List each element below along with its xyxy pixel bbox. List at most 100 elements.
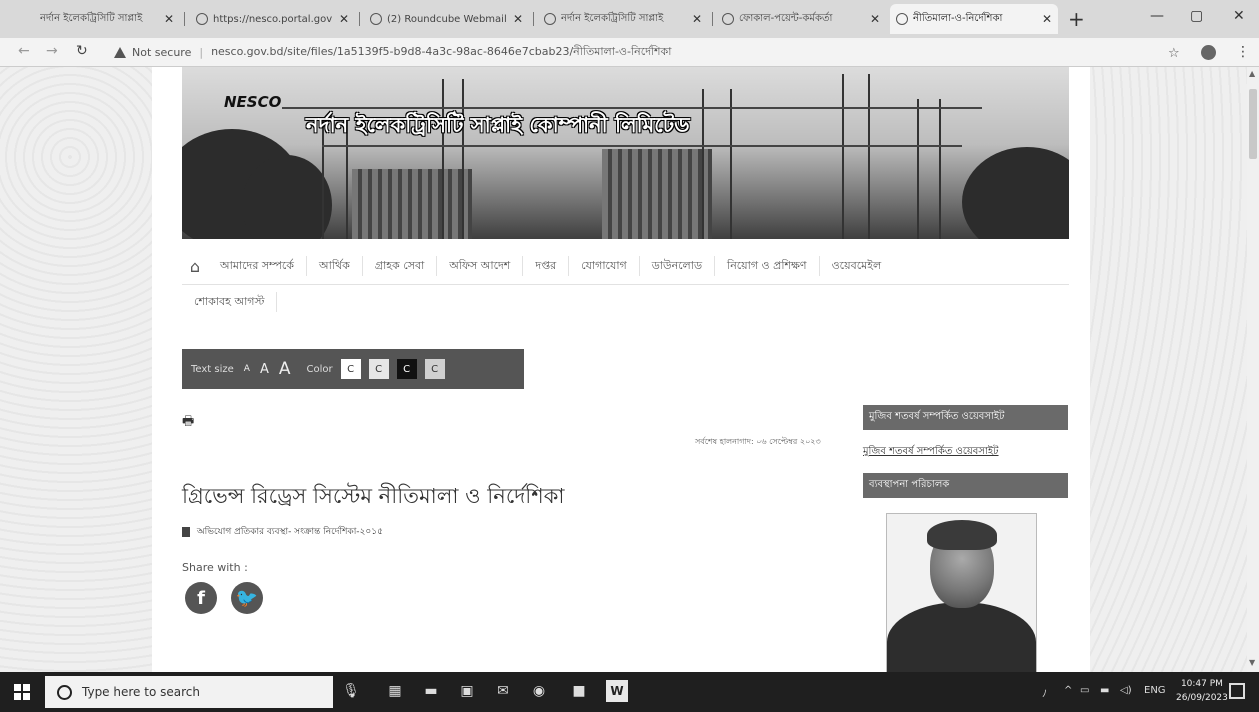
- network-icon[interactable]: ▭: [1080, 685, 1089, 696]
- maximize-icon[interactable]: ▢: [1190, 8, 1203, 24]
- browser-tab[interactable]: https://nesco.portal.gov ✕: [190, 4, 355, 34]
- globe-icon: [544, 13, 556, 25]
- text-size-label: Text size: [191, 363, 234, 375]
- search-icon: [57, 684, 72, 700]
- tab-label: নীতিমালা-ও-নির্দেশিকা: [913, 12, 1003, 24]
- managing-director-photo: [886, 513, 1037, 672]
- nav-item-offices[interactable]: দপ্তর: [523, 256, 570, 276]
- forward-icon[interactable]: →: [46, 43, 58, 59]
- notification-icon[interactable]: [1229, 683, 1245, 699]
- globe-icon: [196, 13, 208, 25]
- nav-item-office-order[interactable]: অফিস আদেশ: [437, 256, 524, 276]
- clock-date: 26/09/2023: [1176, 693, 1228, 703]
- file-explorer-icon[interactable]: ▬: [420, 680, 442, 702]
- color-option-white[interactable]: C: [340, 359, 361, 379]
- tab-label: নর্দান ইলেকট্রিসিটি সাপ্লাই: [40, 12, 143, 24]
- url-text: nesco.gov.bd/site/files/1a5139f5-b9d8-4a…: [211, 44, 672, 58]
- reload-icon[interactable]: ↻: [76, 43, 88, 59]
- page-viewport: NESCO নর্দান ইলেকট্রিসিটি সাপ্লাই কোম্পা…: [0, 67, 1247, 672]
- back-icon[interactable]: ←: [18, 43, 30, 59]
- minimize-icon[interactable]: —: [1150, 8, 1164, 24]
- document-link[interactable]: অভিযোগ প্রতিকার ব্যবস্থা- সংক্রান্ত নির্…: [182, 524, 383, 539]
- people-icon[interactable]: ﾉ: [1042, 685, 1047, 700]
- nesco-logo[interactable]: NESCO: [224, 93, 281, 111]
- accessibility-toolbar: Text size A A A Color C C C C: [182, 349, 524, 389]
- site-banner: NESCO নর্দান ইলেকট্রিসিটি সাপ্লাই কোম্পা…: [182, 67, 1069, 239]
- page-scrollbar[interactable]: ▲ ▼: [1247, 67, 1259, 672]
- microphone-icon[interactable]: 🎙: [340, 680, 362, 702]
- tab-close-icon[interactable]: ✕: [870, 12, 880, 26]
- new-tab-button[interactable]: +: [1068, 7, 1085, 31]
- task-view-icon[interactable]: ▦: [384, 680, 406, 702]
- tab-close-icon[interactable]: ✕: [692, 12, 702, 26]
- tab-close-icon[interactable]: ✕: [339, 12, 349, 26]
- color-option-light[interactable]: C: [368, 359, 389, 379]
- scroll-thumb[interactable]: [1249, 89, 1257, 159]
- page-content: NESCO নর্দান ইলেকট্রিসিটি সাপ্লাই কোম্পা…: [152, 67, 1090, 672]
- mail-icon[interactable]: ✉: [492, 680, 514, 702]
- taskbar-clock[interactable]: 10:47 PM 26/09/2023: [1176, 677, 1228, 705]
- tab-label: (2) Roundcube Webmail: [387, 13, 507, 25]
- tab-close-icon[interactable]: ✕: [164, 12, 174, 26]
- text-size-medium[interactable]: A: [260, 362, 269, 377]
- app-icon[interactable]: ■: [568, 680, 590, 702]
- tab-close-icon[interactable]: ✕: [513, 12, 523, 26]
- browser-tab-strip: নর্দান ইলেকট্রিসিটি সাপ্লাই ✕ https://ne…: [0, 0, 1259, 39]
- tab-label: নর্দান ইলেকট্রিসিটি সাপ্লাই: [561, 12, 664, 24]
- store-icon[interactable]: ▣: [456, 680, 478, 702]
- tray-chevron-icon[interactable]: ^: [1064, 685, 1072, 696]
- search-placeholder: Type here to search: [82, 685, 200, 699]
- windows-taskbar: Type here to search 🎙 ▦ ▬ ▣ ✉ ◉ ■ W ﾉ ^ …: [0, 672, 1259, 712]
- color-label: Color: [306, 363, 333, 375]
- nav-item-contact[interactable]: যোগাযোগ: [569, 256, 640, 276]
- nav-item-about[interactable]: আমাদের সম্পর্কে: [208, 256, 308, 276]
- browser-tab[interactable]: নর্দান ইলেকট্রিসিটি সাপ্লাই ✕: [538, 4, 708, 34]
- print-icon[interactable]: 🖶: [182, 412, 194, 434]
- battery-icon[interactable]: ▬: [1100, 685, 1109, 696]
- security-label: Not secure: [132, 45, 192, 59]
- tab-label: https://nesco.portal.gov: [213, 13, 333, 25]
- language-icon[interactable]: ENG: [1144, 685, 1166, 696]
- nav-item-mourning-august[interactable]: শোকাবহ আগস্ট: [182, 292, 278, 312]
- nav-item-recruitment[interactable]: নিয়োগ ও প্রশিক্ষণ: [715, 256, 820, 276]
- globe-icon: [896, 13, 908, 25]
- nav-item-financial[interactable]: আর্থিক: [307, 256, 363, 276]
- home-icon[interactable]: ⌂: [182, 257, 208, 276]
- scroll-down-icon[interactable]: ▼: [1249, 658, 1255, 667]
- word-icon[interactable]: W: [606, 680, 628, 702]
- scroll-up-icon[interactable]: ▲: [1249, 69, 1255, 78]
- document-icon: [182, 526, 190, 537]
- bookmark-star-icon[interactable]: ☆: [1168, 46, 1180, 61]
- sidebar-link-mujib[interactable]: মুজিব শতবর্ষ সম্পর্কিত ওয়েবসাইট: [863, 444, 999, 461]
- chrome-icon[interactable]: ◉: [528, 680, 550, 702]
- twitter-icon[interactable]: 🐦: [231, 582, 263, 614]
- page-title: গ্রিভেন্স রিড্রেস সিস্টেম নীতিমালা ও নির…: [182, 484, 565, 508]
- site-title: নর্দান ইলেকট্রিসিটি সাপ্লাই কোম্পানী লিম…: [306, 113, 690, 137]
- text-size-large[interactable]: A: [279, 359, 291, 379]
- color-option-dark[interactable]: C: [396, 359, 417, 379]
- share-label: Share with :: [182, 561, 248, 574]
- facebook-icon[interactable]: f: [185, 582, 217, 614]
- windows-start-icon[interactable]: [14, 684, 30, 700]
- sidebar-heading-md: ব্যবস্থাপনা পরিচালক: [863, 473, 1068, 498]
- browser-menu-icon[interactable]: ⋮: [1236, 44, 1250, 60]
- browser-tab[interactable]: নর্দান ইলেকট্রিসিটি সাপ্লাই ✕: [34, 4, 180, 34]
- nav-item-download[interactable]: ডাউনলোড: [640, 256, 716, 276]
- browser-tab[interactable]: (2) Roundcube Webmail ✕: [364, 4, 529, 34]
- text-size-small[interactable]: A: [244, 364, 250, 374]
- url-field[interactable]: Not secure | nesco.gov.bd/site/files/1a5…: [114, 42, 1124, 62]
- close-window-icon[interactable]: ✕: [1233, 8, 1245, 24]
- document-link-text: অভিযোগ প্রতিকার ব্যবস্থা- সংক্রান্ত নির্…: [196, 527, 383, 537]
- taskbar-search[interactable]: Type here to search: [45, 676, 333, 708]
- nav-item-customer-service[interactable]: গ্রাহক সেবা: [363, 256, 438, 276]
- address-bar: ← → ↻ Not secure | nesco.gov.bd/site/fil…: [0, 38, 1259, 67]
- browser-tab-active[interactable]: নীতিমালা-ও-নির্দেশিকা ✕: [890, 4, 1058, 34]
- tab-close-icon[interactable]: ✕: [1042, 12, 1052, 26]
- browser-tab[interactable]: ফোকাল-পয়েন্ট-কর্মকর্তা ✕: [716, 4, 886, 34]
- roundcube-icon: [370, 13, 382, 25]
- warning-icon: [114, 46, 126, 58]
- color-option-gray[interactable]: C: [424, 359, 445, 379]
- volume-icon[interactable]: ◁): [1120, 685, 1132, 696]
- nav-item-webmail[interactable]: ওয়েবমেইল: [820, 256, 894, 276]
- profile-avatar[interactable]: [1201, 45, 1216, 60]
